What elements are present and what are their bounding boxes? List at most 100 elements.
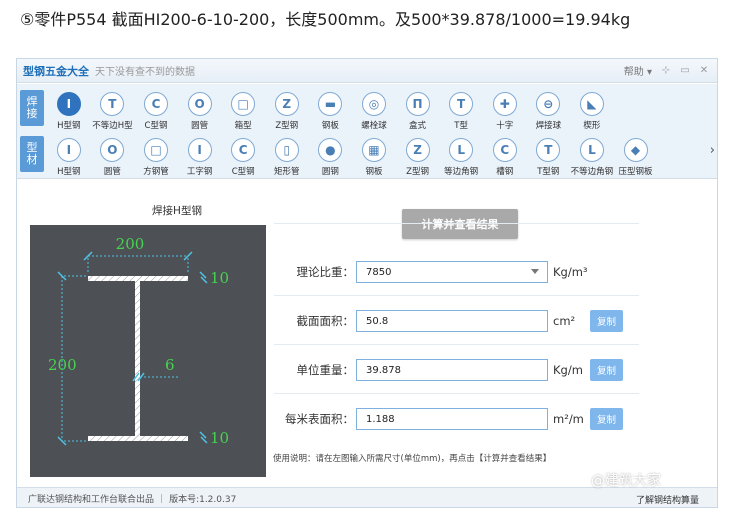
section-shape-icon: ▦ (361, 138, 386, 162)
version-text: 版本号:1.2.0.37 (169, 495, 237, 505)
diagram-title: 焊接H型钢 (152, 205, 202, 217)
area-unit: cm² (553, 314, 576, 328)
usage-instructions: 使用说明：请在左图输入所需尺寸(单位mm)，再点击【计算并查看结果】 (273, 454, 552, 464)
section-shape-icon: L (579, 138, 604, 162)
caption-text: ⑤零件P554 截面HI200-6-10-200，长度500mm。及500*39… (20, 10, 631, 29)
calculate-button[interactable]: 计算并查看结果 (402, 209, 518, 239)
section-shape-icon: ◣ (579, 92, 604, 116)
app-window: 型钢五金大全 天下没有查不到的数据 帮助 ▾ ⊹ ▭ ✕ 焊接 型材 I H型钢 T… (16, 58, 718, 508)
section-label: 槽钢 (496, 167, 514, 177)
profile-section-item[interactable]: ▦ 钢板 (352, 138, 396, 177)
section-shape-icon: ⊖ (536, 92, 561, 116)
scroll-right-icon[interactable]: › (710, 143, 715, 158)
profile-section-item[interactable]: L 不等边角钢 (570, 138, 614, 177)
bottom-flange-thickness-value[interactable]: 10 (210, 429, 229, 447)
profile-section-item[interactable]: ◆ 压型钢板 (614, 138, 658, 177)
profile-section-item[interactable]: □ 方钢管 (134, 138, 178, 177)
section-label: T型 (454, 121, 468, 131)
tab-profiles[interactable]: 型材 (20, 136, 44, 172)
copy-area-button[interactable]: 复制 (590, 310, 623, 332)
welded-section-item[interactable]: ⊖ 焊接球 (527, 92, 571, 131)
section-shape-icon: □ (231, 92, 256, 116)
section-shape-icon: ✚ (492, 92, 517, 116)
unit-weight-label: 单位重量： (296, 363, 355, 377)
section-label: 圆钢 (321, 167, 339, 177)
top-flange-thickness-value[interactable]: 10 (210, 269, 229, 287)
section-label: Z型钢 (406, 167, 429, 177)
section-shape-icon: ◎ (361, 92, 386, 116)
profile-section-item[interactable]: I 工字钢 (178, 138, 222, 177)
status-divider: | (160, 493, 164, 504)
profile-section-item[interactable]: T T型钢 (527, 138, 571, 177)
welded-section-item[interactable]: Z Z型钢 (265, 92, 309, 131)
pin-icon[interactable]: ⊹ (661, 65, 671, 76)
welded-section-item[interactable]: □ 箱型 (221, 92, 265, 131)
divider (274, 295, 639, 296)
help-menu[interactable]: 帮助 ▾ (624, 63, 652, 78)
section-label: 楔形 (583, 121, 601, 131)
area-field[interactable]: 50.8 (356, 310, 548, 332)
section-shape-icon: C (231, 138, 256, 162)
welded-section-item[interactable]: I H型钢 (47, 92, 91, 131)
area-row: 截面面积： 50.8 cm² 复制 (272, 309, 642, 333)
surface-unit: m²/m (553, 412, 584, 426)
copy-unit-weight-button[interactable]: 复制 (590, 359, 623, 381)
profile-section-item[interactable]: Z Z型钢 (396, 138, 440, 177)
section-label: 焊接球 (535, 121, 562, 131)
welded-section-item[interactable]: C C型钢 (134, 92, 178, 131)
surface-field[interactable]: 1.188 (356, 408, 548, 430)
surface-label: 每米表面积： (285, 412, 354, 426)
profile-section-item[interactable]: O 圆管 (91, 138, 135, 177)
copy-surface-button[interactable]: 复制 (590, 408, 623, 430)
unit-weight-field[interactable]: 39.878 (356, 359, 548, 381)
profile-section-item[interactable]: L 等边角钢 (439, 138, 483, 177)
welded-section-item[interactable]: T T型 (439, 92, 483, 131)
section-label: 圆管 (191, 121, 209, 131)
section-label: T型钢 (537, 167, 560, 177)
welded-section-item[interactable]: ◣ 楔形 (570, 92, 614, 131)
close-icon[interactable]: ✕ (699, 65, 709, 76)
section-label: 盒式 (409, 121, 427, 131)
welded-section-item[interactable]: ◎ 螺栓球 (352, 92, 396, 131)
profile-section-item[interactable]: I H型钢 (47, 138, 91, 177)
profile-section-item[interactable]: C C型钢 (221, 138, 265, 177)
window-controls: 帮助 ▾ ⊹ ▭ ✕ (624, 63, 717, 78)
learn-more-link[interactable]: 了解钢结构算量 (636, 493, 699, 506)
chevron-down-icon (531, 269, 539, 274)
watermark-text: @建筑大家 (591, 473, 661, 489)
welded-section-item[interactable]: O 圆管 (178, 92, 222, 131)
tab-welded[interactable]: 焊接 (20, 90, 44, 126)
welded-section-item[interactable]: T 不等边H型 (91, 92, 135, 131)
welded-section-item[interactable]: ✚ 十字 (483, 92, 527, 131)
h-beam-drawing: 200 200 6 10 10 (48, 235, 229, 447)
web-thickness-value[interactable]: 6 (165, 356, 175, 374)
section-label: Z型钢 (275, 121, 299, 131)
profile-section-item[interactable]: ▯ 矩形管 (265, 138, 309, 177)
density-label: 理论比重： (296, 265, 355, 279)
welded-section-item[interactable]: Π 盒式 (396, 92, 440, 131)
section-label: C型钢 (144, 121, 168, 131)
section-shape-icon: ▯ (274, 138, 299, 162)
section-label: 钢板 (321, 121, 339, 131)
section-shape-icon: O (100, 138, 125, 162)
section-shape-icon: O (187, 92, 212, 116)
flange-width-value[interactable]: 200 (116, 235, 145, 253)
bottom-flange (88, 436, 188, 441)
height-value[interactable]: 200 (48, 356, 77, 374)
minimize-icon[interactable]: ▭ (680, 65, 690, 76)
divider (274, 344, 639, 345)
title-bar: 型钢五金大全 天下没有查不到的数据 帮助 ▾ ⊹ ▭ ✕ (17, 59, 717, 83)
profile-section-item[interactable]: ● 圆钢 (309, 138, 353, 177)
section-label: 不等边角钢 (570, 167, 614, 177)
area-label: 截面面积： (296, 314, 355, 328)
profile-section-item[interactable]: C 槽钢 (483, 138, 527, 177)
section-label: 钢板 (365, 167, 383, 177)
density-select[interactable]: 7850 (356, 261, 548, 283)
section-label: 十字 (496, 121, 514, 131)
section-shape-icon: I (56, 138, 81, 162)
welded-section-item[interactable]: ▬ 钢板 (309, 92, 353, 131)
section-shape-icon: I (56, 92, 81, 116)
web (135, 281, 140, 436)
section-shape-icon: Π (405, 92, 430, 116)
section-shape-icon: Z (274, 92, 299, 116)
